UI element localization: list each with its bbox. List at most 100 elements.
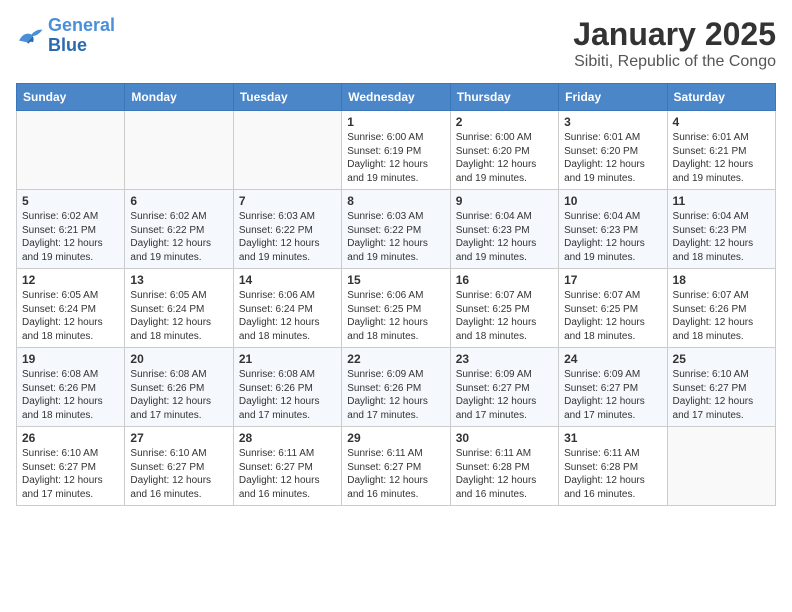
calendar-cell: 11Sunrise: 6:04 AM Sunset: 6:23 PM Dayli… <box>667 190 775 269</box>
day-number: 4 <box>673 115 770 129</box>
day-info: Sunrise: 6:10 AM Sunset: 6:27 PM Dayligh… <box>130 447 227 501</box>
calendar-cell: 21Sunrise: 6:08 AM Sunset: 6:26 PM Dayli… <box>233 348 341 427</box>
calendar-week-row: 12 Sunrise: 6:05 AM Sunset: 6:24 PM Dayli… <box>17 269 776 348</box>
calendar-cell: 20Sunrise: 6:08 AM Sunset: 6:26 PM Dayli… <box>125 348 233 427</box>
day-info: Sunrise: 6:01 AM Sunset: 6:20 PM Dayligh… <box>564 131 661 185</box>
day-info: Sunrise: 6:06 AM Sunset: 6:25 PM Dayligh… <box>347 289 444 343</box>
calendar-cell: 28 Sunrise: 6:11 AM Sunset: 6:27 PM Dayli… <box>233 427 341 506</box>
calendar-week-row: 5 Sunrise: 6:02 AM Sunset: 6:21 PM Daylig… <box>17 190 776 269</box>
day-number: 3 <box>564 115 661 129</box>
calendar-cell: 27 Sunrise: 6:10 AM Sunset: 6:27 PM Dayli… <box>125 427 233 506</box>
day-number: 5 <box>22 194 119 208</box>
calendar-cell: 25Sunrise: 6:10 AM Sunset: 6:27 PM Dayli… <box>667 348 775 427</box>
calendar-cell: 4 Sunrise: 6:01 AM Sunset: 6:21 PM Daylig… <box>667 111 775 190</box>
day-info: Sunrise: 6:09 AM Sunset: 6:26 PM Dayligh… <box>347 368 444 422</box>
day-of-week-header: Thursday <box>450 84 558 111</box>
calendar-cell: 30Sunrise: 6:11 AM Sunset: 6:28 PM Dayli… <box>450 427 558 506</box>
logo: GeneralBlue <box>16 16 115 56</box>
calendar-week-row: 26 Sunrise: 6:10 AM Sunset: 6:27 PM Dayli… <box>17 427 776 506</box>
day-of-week-header: Wednesday <box>342 84 450 111</box>
calendar-cell: 5 Sunrise: 6:02 AM Sunset: 6:21 PM Daylig… <box>17 190 125 269</box>
day-number: 31 <box>564 431 661 445</box>
calendar-cell: 1 Sunrise: 6:00 AM Sunset: 6:19 PM Daylig… <box>342 111 450 190</box>
month-title: January 2025 <box>573 16 776 53</box>
calendar-table: SundayMondayTuesdayWednesdayThursdayFrid… <box>16 83 776 506</box>
calendar-cell <box>233 111 341 190</box>
day-info: Sunrise: 6:11 AM Sunset: 6:27 PM Dayligh… <box>347 447 444 501</box>
day-number: 7 <box>239 194 336 208</box>
day-info: Sunrise: 6:00 AM Sunset: 6:19 PM Dayligh… <box>347 131 444 185</box>
day-number: 2 <box>456 115 553 129</box>
calendar-cell: 2 Sunrise: 6:00 AM Sunset: 6:20 PM Daylig… <box>450 111 558 190</box>
day-number: 29 <box>347 431 444 445</box>
calendar-cell: 18 Sunrise: 6:07 AM Sunset: 6:26 PM Dayli… <box>667 269 775 348</box>
calendar-cell <box>125 111 233 190</box>
day-number: 26 <box>22 431 119 445</box>
calendar-cell: 19 Sunrise: 6:08 AM Sunset: 6:26 PM Dayli… <box>17 348 125 427</box>
day-number: 19 <box>22 352 119 366</box>
day-number: 24 <box>564 352 661 366</box>
day-info: Sunrise: 6:07 AM Sunset: 6:26 PM Dayligh… <box>673 289 770 343</box>
day-number: 20 <box>130 352 227 366</box>
calendar-week-row: 1 Sunrise: 6:00 AM Sunset: 6:19 PM Daylig… <box>17 111 776 190</box>
day-number: 18 <box>673 273 770 287</box>
day-info: Sunrise: 6:04 AM Sunset: 6:23 PM Dayligh… <box>564 210 661 264</box>
day-info: Sunrise: 6:03 AM Sunset: 6:22 PM Dayligh… <box>239 210 336 264</box>
day-info: Sunrise: 6:10 AM Sunset: 6:27 PM Dayligh… <box>22 447 119 501</box>
day-number: 28 <box>239 431 336 445</box>
day-of-week-header: Tuesday <box>233 84 341 111</box>
logo-icon <box>16 25 44 47</box>
day-number: 14 <box>239 273 336 287</box>
calendar-cell: 17Sunrise: 6:07 AM Sunset: 6:25 PM Dayli… <box>559 269 667 348</box>
calendar-week-row: 19 Sunrise: 6:08 AM Sunset: 6:26 PM Dayli… <box>17 348 776 427</box>
location-subtitle: Sibiti, Republic of the Congo <box>573 53 776 71</box>
day-of-week-header: Friday <box>559 84 667 111</box>
day-info: Sunrise: 6:05 AM Sunset: 6:24 PM Dayligh… <box>22 289 119 343</box>
day-number: 10 <box>564 194 661 208</box>
day-number: 8 <box>347 194 444 208</box>
day-info: Sunrise: 6:01 AM Sunset: 6:21 PM Dayligh… <box>673 131 770 185</box>
calendar-cell: 7 Sunrise: 6:03 AM Sunset: 6:22 PM Daylig… <box>233 190 341 269</box>
day-number: 27 <box>130 431 227 445</box>
calendar-body: 1 Sunrise: 6:00 AM Sunset: 6:19 PM Daylig… <box>17 111 776 506</box>
day-number: 1 <box>347 115 444 129</box>
calendar-cell: 23Sunrise: 6:09 AM Sunset: 6:27 PM Dayli… <box>450 348 558 427</box>
calendar-cell: 9 Sunrise: 6:04 AM Sunset: 6:23 PM Daylig… <box>450 190 558 269</box>
day-info: Sunrise: 6:02 AM Sunset: 6:21 PM Dayligh… <box>22 210 119 264</box>
day-info: Sunrise: 6:08 AM Sunset: 6:26 PM Dayligh… <box>239 368 336 422</box>
calendar-cell: 24Sunrise: 6:09 AM Sunset: 6:27 PM Dayli… <box>559 348 667 427</box>
calendar-cell: 3 Sunrise: 6:01 AM Sunset: 6:20 PM Daylig… <box>559 111 667 190</box>
day-info: Sunrise: 6:00 AM Sunset: 6:20 PM Dayligh… <box>456 131 553 185</box>
logo-text: GeneralBlue <box>48 16 115 56</box>
day-number: 22 <box>347 352 444 366</box>
day-of-week-header: Saturday <box>667 84 775 111</box>
day-number: 25 <box>673 352 770 366</box>
calendar-cell: 13Sunrise: 6:05 AM Sunset: 6:24 PM Dayli… <box>125 269 233 348</box>
day-number: 16 <box>456 273 553 287</box>
calendar-cell: 10 Sunrise: 6:04 AM Sunset: 6:23 PM Dayli… <box>559 190 667 269</box>
calendar-cell: 22 Sunrise: 6:09 AM Sunset: 6:26 PM Dayli… <box>342 348 450 427</box>
calendar-header-row: SundayMondayTuesdayWednesdayThursdayFrid… <box>17 84 776 111</box>
day-info: Sunrise: 6:02 AM Sunset: 6:22 PM Dayligh… <box>130 210 227 264</box>
day-number: 15 <box>347 273 444 287</box>
day-info: Sunrise: 6:08 AM Sunset: 6:26 PM Dayligh… <box>22 368 119 422</box>
calendar-cell <box>667 427 775 506</box>
day-number: 9 <box>456 194 553 208</box>
day-number: 12 <box>22 273 119 287</box>
title-block: January 2025 Sibiti, Republic of the Con… <box>573 16 776 71</box>
calendar-cell: 15 Sunrise: 6:06 AM Sunset: 6:25 PM Dayli… <box>342 269 450 348</box>
calendar-cell: 26 Sunrise: 6:10 AM Sunset: 6:27 PM Dayli… <box>17 427 125 506</box>
day-info: Sunrise: 6:04 AM Sunset: 6:23 PM Dayligh… <box>456 210 553 264</box>
calendar-cell: 16Sunrise: 6:07 AM Sunset: 6:25 PM Dayli… <box>450 269 558 348</box>
day-info: Sunrise: 6:11 AM Sunset: 6:28 PM Dayligh… <box>564 447 661 501</box>
day-info: Sunrise: 6:11 AM Sunset: 6:27 PM Dayligh… <box>239 447 336 501</box>
day-info: Sunrise: 6:03 AM Sunset: 6:22 PM Dayligh… <box>347 210 444 264</box>
day-info: Sunrise: 6:04 AM Sunset: 6:23 PM Dayligh… <box>673 210 770 264</box>
calendar-cell: 29 Sunrise: 6:11 AM Sunset: 6:27 PM Dayli… <box>342 427 450 506</box>
day-of-week-header: Monday <box>125 84 233 111</box>
day-number: 6 <box>130 194 227 208</box>
calendar-cell <box>17 111 125 190</box>
calendar-cell: 14Sunrise: 6:06 AM Sunset: 6:24 PM Dayli… <box>233 269 341 348</box>
calendar-cell: 8 Sunrise: 6:03 AM Sunset: 6:22 PM Daylig… <box>342 190 450 269</box>
calendar-cell: 6 Sunrise: 6:02 AM Sunset: 6:22 PM Daylig… <box>125 190 233 269</box>
